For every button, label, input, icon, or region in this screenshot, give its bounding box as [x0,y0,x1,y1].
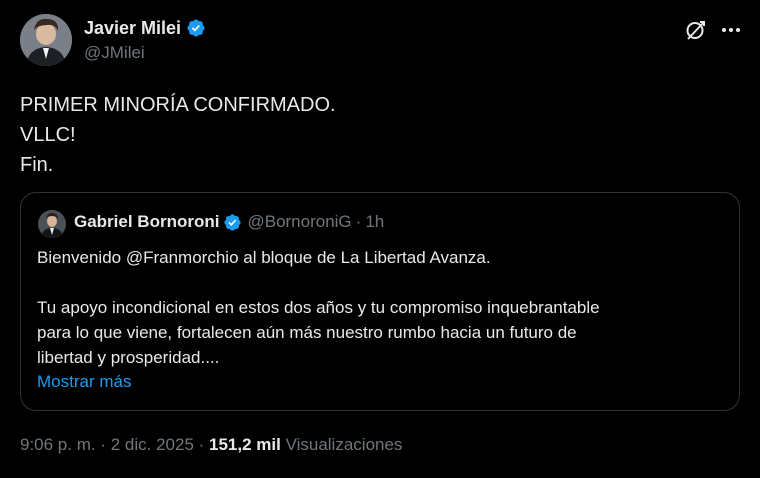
author-name-row[interactable]: Javier Milei [84,17,206,39]
views-label: Visualizaciones [280,435,403,454]
quote-text: Bienvenido @Franmorchio al bloque de La … [37,245,727,370]
tweet-line: VLLC! [20,124,76,146]
verified-badge-icon [224,213,242,231]
quote-separator: · [355,212,362,231]
tweet-line: Fin. [20,154,54,176]
quoted-tweet[interactable]: Gabriel Bornoroni @BornoroniG · 1h Bienv… [20,192,740,411]
author-name[interactable]: Javier Milei [84,17,181,39]
author-handle[interactable]: @JMilei [84,43,145,63]
tweet-metadata: 9:06 p. m. · 2 dic. 2025 · 151,2 mil Vis… [20,435,402,455]
quote-line: Tu apoyo incondicional en estos dos años… [37,298,600,317]
meta-separator: · [193,435,210,454]
post-time[interactable]: 9:06 p. m. [20,435,96,455]
post-date[interactable]: 2 dic. 2025 [111,435,194,455]
show-more-link[interactable]: Mostrar más [37,372,131,392]
author-avatar[interactable] [20,14,72,66]
verified-badge-icon [187,19,205,37]
quote-header: Gabriel Bornoroni @BornoroniG · 1h [74,212,384,232]
quote-line: para lo que viene, fortalecen aún más nu… [37,323,577,342]
grok-icon[interactable] [684,18,708,42]
quote-paragraph: Bienvenido @Franmorchio al bloque de La … [37,248,491,267]
tweet-text: PRIMER MINORÍA CONFIRMADO. VLLC! Fin. [20,90,336,180]
quote-timestamp[interactable]: 1h [365,212,384,232]
more-icon[interactable] [719,18,743,42]
quote-author-handle[interactable]: @BornoroniG [247,212,351,232]
meta-separator: · [95,435,111,454]
tweet-line: PRIMER MINORÍA CONFIRMADO. [20,94,336,116]
quote-author-avatar[interactable] [38,210,66,238]
quote-author-name[interactable]: Gabriel Bornoroni [74,212,219,232]
views-count: 151,2 mil [209,435,281,454]
quote-line: libertad y prosperidad.... [37,348,220,367]
